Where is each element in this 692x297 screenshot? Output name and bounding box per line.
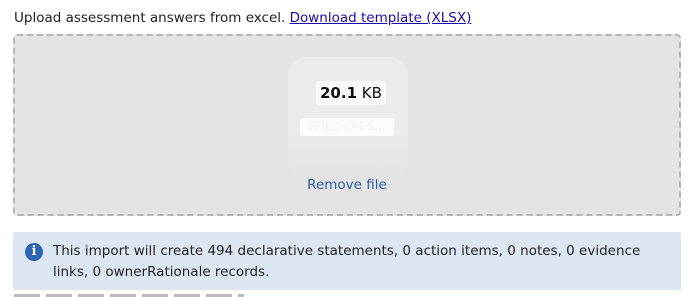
upload-instructions: Upload assessment answers from excel. Do… [14, 10, 471, 26]
import-summary-alert: i This import will create 494 declarativ… [13, 232, 681, 290]
truncated-text-line [14, 292, 244, 297]
file-size: 20.1 KB [316, 81, 386, 105]
info-icon: i [25, 243, 43, 261]
upload-intro-text: Upload assessment answers from excel. [14, 10, 286, 26]
file-name: FFIEC CAT S... [300, 118, 394, 136]
download-template-link[interactable]: Download template (XLSX) [290, 10, 472, 26]
file-dropzone[interactable]: 20.1 KB FFIEC CAT S... Remove file [13, 34, 681, 216]
remove-file-button[interactable]: Remove file [15, 177, 679, 193]
import-summary-message: This import will create 494 declarative … [53, 243, 641, 280]
file-preview-card: 20.1 KB FFIEC CAT S... [288, 57, 408, 177]
file-size-unit: KB [361, 84, 382, 102]
file-size-value: 20.1 [320, 84, 358, 102]
